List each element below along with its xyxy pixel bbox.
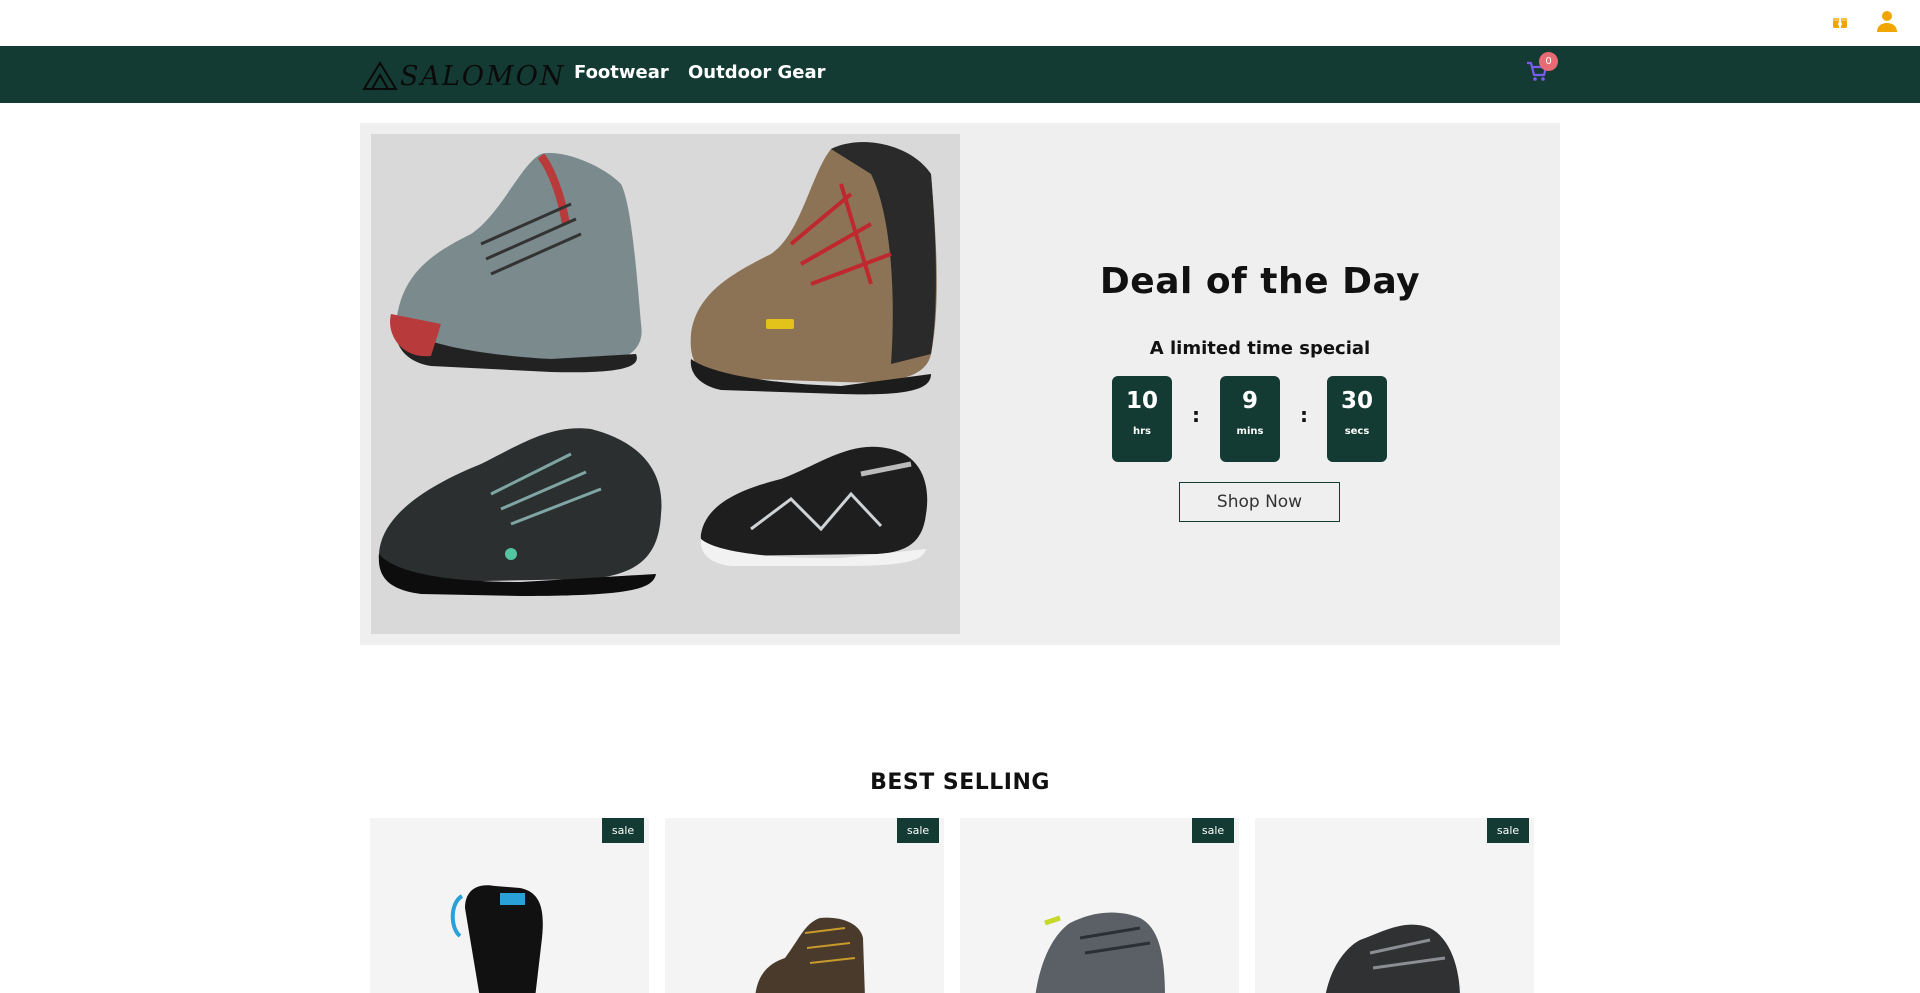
deal-panel: Deal of the Day A limited time special 1… — [960, 123, 1560, 645]
user-icon[interactable] — [1875, 9, 1899, 33]
main-navbar: SALOMON Footwear Outdoor Gear — [0, 46, 1920, 103]
salomon-logo[interactable]: SALOMON — [362, 60, 566, 92]
best-selling-title: BEST SELLING — [870, 770, 1050, 795]
countdown-separator: : — [1300, 403, 1308, 427]
countdown-separator: : — [1192, 403, 1200, 427]
product-card[interactable]: sale — [1255, 818, 1534, 993]
countdown-seconds-unit: secs — [1344, 426, 1370, 437]
logo-text: SALOMON — [400, 60, 566, 92]
product-card[interactable]: sale — [665, 818, 944, 993]
hydration-pack-image — [450, 885, 543, 993]
shop-now-button[interactable]: Shop Now — [1179, 482, 1340, 522]
sale-badge: sale — [602, 818, 644, 843]
countdown-minutes: 9 mins — [1220, 376, 1280, 462]
countdown-seconds-value: 30 — [1340, 388, 1373, 414]
cart-count-badge: 0 — [1539, 52, 1558, 71]
countdown-seconds: 30 secs — [1327, 376, 1387, 462]
nav-outdoor-gear[interactable]: Outdoor Gear — [688, 62, 826, 83]
countdown-hours: 10 hrs — [1112, 376, 1172, 462]
deal-subtitle: A limited time special — [1149, 338, 1371, 359]
hiking-boot-image — [755, 917, 865, 993]
gift-icon[interactable] — [1832, 13, 1848, 29]
countdown-minutes-unit: mins — [1236, 426, 1264, 437]
countdown-hours-value: 10 — [1125, 388, 1158, 414]
boot-brown-image — [690, 142, 937, 395]
deal-of-the-day-banner: Deal of the Day A limited time special 1… — [360, 123, 1560, 645]
shoe-black-salomon-image — [700, 446, 928, 566]
sale-badge: sale — [1487, 818, 1529, 843]
sale-badge: sale — [897, 818, 939, 843]
countdown-minutes-value: 9 — [1241, 388, 1258, 414]
shoe-grey-image — [390, 153, 642, 373]
hero-shoes-image — [371, 134, 960, 634]
product-card[interactable]: sale — [370, 818, 649, 993]
countdown-hours-unit: hrs — [1132, 426, 1151, 437]
sale-badge: sale — [1192, 818, 1234, 843]
top-utility-bar — [0, 0, 1920, 46]
logo-mark-icon — [362, 61, 398, 90]
deal-title: Deal of the Day — [1099, 261, 1421, 302]
trail-shoe-grey-image — [1035, 912, 1165, 993]
nav-footwear[interactable]: Footwear — [574, 62, 669, 83]
product-card[interactable]: sale — [960, 818, 1239, 993]
shoe-black-teal-image — [378, 428, 662, 596]
trail-shoe-black-image — [1326, 924, 1460, 993]
